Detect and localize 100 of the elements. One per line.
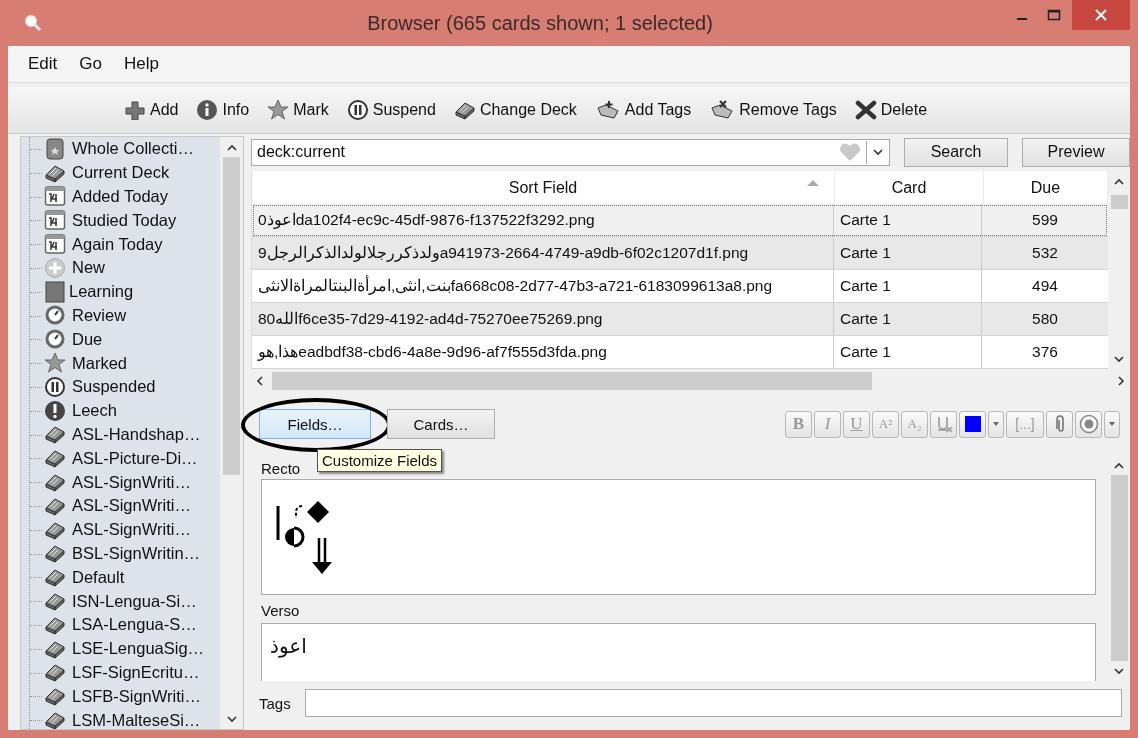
cards-button[interactable]: Cards… <box>387 409 495 439</box>
sidebar-item[interactable]: LSM-MalteseSi… <box>30 708 220 729</box>
star-icon <box>44 352 66 375</box>
table-cell: ولدذكررجلالولدالذكرالرجل9a941973-2664-4749-a9db-6f02c1207d1f.png <box>252 237 834 269</box>
delete-icon <box>854 100 877 120</box>
toolbar-button[interactable]: Remove Tags <box>705 98 841 122</box>
deck-box-icon <box>44 567 66 588</box>
toolbar-button[interactable]: Add <box>120 98 183 122</box>
table-cell-text: 494 <box>1031 276 1059 296</box>
sidebar-item[interactable]: ISN-Lengua-Si… <box>30 589 220 613</box>
deck-box-icon <box>453 100 476 120</box>
dropdown-button[interactable] <box>1104 410 1120 438</box>
plus-circle-icon <box>44 256 66 279</box>
sidebar-item[interactable]: LSFB-SignWriti… <box>30 684 220 709</box>
field-box[interactable]: اعوذ <box>261 623 1096 681</box>
sidebar-item[interactable]: LSE-LenguaSig… <box>30 636 220 661</box>
deck-box-icon <box>44 662 66 683</box>
table-cell: Carte 1 <box>834 303 982 335</box>
calendar-icon <box>44 209 66 232</box>
sidebar-item[interactable]: Current Deck <box>30 160 220 185</box>
menu-item[interactable]: Go <box>71 52 110 76</box>
maximize-icon <box>1047 9 1061 21</box>
table-cell: Carte 1 <box>834 237 982 269</box>
toolbar-button[interactable]: Suspend <box>342 97 440 123</box>
sidebar-item[interactable]: Review <box>30 303 220 328</box>
chevron-down-icon <box>873 148 883 156</box>
table-cell: اعوذ0da102f4-ec9c-45df-9876-f137522f3292.png <box>252 204 834 236</box>
toolbar-button[interactable]: Change Deck <box>449 98 581 122</box>
table-cell: Carte 1 <box>834 204 982 236</box>
dropdown-button[interactable] <box>988 410 1004 438</box>
sidebar-item[interactable]: Default <box>30 565 220 590</box>
sidebar-item[interactable]: ASL-SignWriti… <box>30 517 220 542</box>
text-color-button[interactable] <box>959 410 986 438</box>
sidebar-item[interactable]: New <box>30 256 220 280</box>
scrollbar-thumb[interactable] <box>223 157 240 475</box>
preview-button[interactable]: Preview <box>1022 137 1130 167</box>
table-cell: Carte 1 <box>834 270 982 302</box>
sidebar-item[interactable]: Learning <box>30 279 220 304</box>
deck-box-icon <box>44 543 66 564</box>
table-cell: Carte 1 <box>834 336 982 368</box>
sidebar-item[interactable]: LSF-SignEcritu… <box>30 660 220 685</box>
record-button[interactable] <box>1075 410 1102 438</box>
field-text: اعوذ <box>270 634 307 658</box>
tag-plus-icon <box>594 100 621 120</box>
deck-box-icon <box>44 424 66 445</box>
sidebar-item[interactable]: ASL-Handshap… <box>30 422 220 447</box>
sidebar-item[interactable]: ASL-SignWriti… <box>30 493 220 518</box>
sidebar-item[interactable]: Suspended <box>30 374 220 399</box>
fields-button[interactable]: Fields… <box>259 409 371 439</box>
clock-icon <box>44 304 66 327</box>
calendar-icon <box>44 185 66 208</box>
magnifier-icon <box>24 14 42 32</box>
table-cell-text: 599 <box>1031 210 1059 230</box>
square-icon <box>44 280 66 303</box>
star-icon <box>267 99 290 121</box>
dropdown-arrow-icon <box>992 421 1000 427</box>
window-title: Browser (665 cards shown; 1 selected) <box>366 11 714 35</box>
search-button[interactable]: Search <box>904 137 1008 167</box>
table-cell: الله80f6ce35-7d29-4192-ad4d-75270ee75269.png <box>252 303 834 335</box>
scrollbar-thumb[interactable] <box>272 372 872 390</box>
dropdown-arrow-icon <box>1108 421 1116 427</box>
sidebar-item[interactable]: Leech <box>30 398 220 423</box>
exclamation-icon <box>44 399 66 422</box>
scrollbar[interactable] <box>220 137 243 729</box>
sidebar-item[interactable]: LSA-Lengua-S… <box>30 612 220 637</box>
table-cell-text: 376 <box>1031 342 1059 362</box>
sidebar-item[interactable]: Again Today <box>30 232 220 256</box>
scrollbar-thumb[interactable] <box>1110 195 1128 209</box>
attach-button[interactable] <box>1046 410 1073 438</box>
minimize-icon <box>1017 18 1027 20</box>
sidebar-item[interactable]: Marked <box>30 351 220 375</box>
sidebar-item[interactable]: ASL-SignWriti… <box>30 470 220 494</box>
toolbar-button[interactable]: Mark <box>263 97 333 123</box>
sidebar-item[interactable]: BSL-SignWritin… <box>30 541 220 566</box>
table-cell: بنت,انثى,امرأةالبنتالمراةالانثىfa668c08-2d77-47b3-a721-6183099613a8.png <box>252 270 834 302</box>
toolbar-button[interactable]: Delete <box>850 98 932 122</box>
menu-item[interactable]: Help <box>116 52 167 76</box>
pause-icon <box>346 99 369 121</box>
sidebar-item[interactable]: Due <box>30 327 220 352</box>
sidebar-item[interactable]: Whole Collecti… <box>30 137 220 161</box>
info-icon <box>196 99 219 121</box>
record-icon <box>1078 414 1099 434</box>
search-field[interactable]: deck:current <box>251 138 890 166</box>
close-button[interactable] <box>1072 0 1130 30</box>
close-icon <box>1094 8 1108 22</box>
deck-box-icon <box>44 448 66 469</box>
scrollbar-thumb[interactable] <box>1110 475 1128 661</box>
field-label: Recto <box>261 459 301 479</box>
clock-icon <box>44 328 66 351</box>
menu-item[interactable]: Edit <box>20 52 66 76</box>
sidebar-item[interactable]: Added Today <box>30 184 220 209</box>
field-box[interactable] <box>261 479 1096 595</box>
sidebar-item[interactable]: ASL-Picture-Di… <box>30 446 220 471</box>
toolbar-button[interactable]: Info <box>192 97 254 123</box>
tags-field[interactable] <box>304 689 1122 717</box>
pause-icon <box>44 375 66 398</box>
sidebar-item[interactable]: Studied Today <box>30 208 220 233</box>
deck-box-icon <box>44 686 66 707</box>
toolbar-button[interactable]: Add Tags <box>590 98 696 122</box>
plus-icon <box>124 100 146 120</box>
